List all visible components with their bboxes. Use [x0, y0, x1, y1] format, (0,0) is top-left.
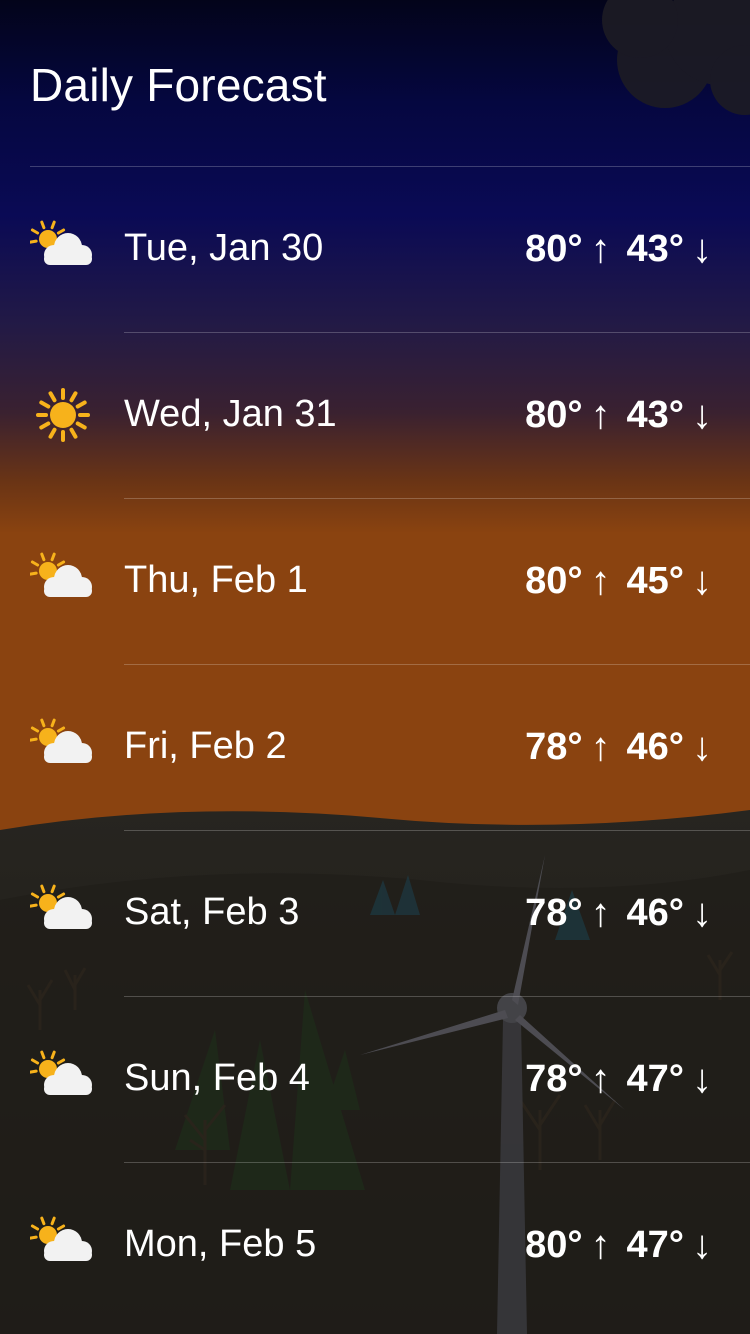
- high-temp: 80°: [525, 228, 583, 270]
- forecast-row[interactable]: Fri, Feb 2 78° ↑ 46° ↓: [0, 665, 750, 831]
- arrow-down-icon: ↓: [692, 227, 712, 271]
- forecast-temps: 78° ↑ 46° ↓: [525, 891, 712, 936]
- low-temp: 43°: [626, 228, 684, 270]
- high-temp: 78°: [525, 726, 583, 768]
- high-temp: 78°: [525, 1058, 583, 1100]
- forecast-temps: 80° ↑ 47° ↓: [525, 1223, 712, 1268]
- low-temp: 47°: [626, 1224, 684, 1266]
- forecast-row[interactable]: Sun, Feb 4 78° ↑ 47° ↓: [0, 997, 750, 1163]
- low-temp: 43°: [626, 394, 684, 436]
- forecast-temps: 78° ↑ 47° ↓: [525, 1057, 712, 1102]
- low-temp: 46°: [626, 892, 684, 934]
- forecast-date: Tue, Jan 30: [124, 227, 324, 269]
- arrow-up-icon: ↑: [590, 227, 611, 271]
- forecast-date: Mon, Feb 5: [124, 1223, 317, 1265]
- low-temp: 47°: [626, 1058, 684, 1100]
- arrow-up-icon: ↑: [590, 559, 611, 603]
- forecast-temps: 80° ↑ 43° ↓: [525, 393, 712, 438]
- forecast-row[interactable]: Thu, Feb 1 80° ↑ 45° ↓: [0, 499, 750, 665]
- high-temp: 80°: [525, 560, 583, 602]
- forecast-row[interactable]: Tue, Jan 30 80° ↑ 43° ↓: [0, 167, 750, 333]
- forecast-date: Sun, Feb 4: [124, 1057, 310, 1099]
- partly-cloudy-icon: [30, 717, 96, 777]
- forecast-row[interactable]: Mon, Feb 5 80° ↑ 47° ↓: [0, 1163, 750, 1329]
- high-temp: 80°: [525, 1224, 583, 1266]
- partly-cloudy-icon: [30, 219, 96, 279]
- forecast-date: Wed, Jan 31: [124, 393, 337, 435]
- low-temp: 45°: [626, 560, 684, 602]
- arrow-down-icon: ↓: [692, 1223, 712, 1267]
- forecast-temps: 80° ↑ 45° ↓: [525, 559, 712, 604]
- arrow-up-icon: ↑: [590, 393, 611, 437]
- forecast-list: Tue, Jan 30 80° ↑ 43° ↓ Wed, Jan 31 80° ↑ 43° ↓ T…: [0, 167, 750, 1329]
- arrow-down-icon: ↓: [692, 559, 712, 603]
- forecast-date: Fri, Feb 2: [124, 725, 287, 767]
- partly-cloudy-icon: [30, 551, 96, 611]
- arrow-down-icon: ↓: [692, 891, 712, 935]
- arrow-up-icon: ↑: [590, 891, 611, 935]
- high-temp: 78°: [525, 892, 583, 934]
- page-title: Daily Forecast: [30, 59, 327, 111]
- forecast-date: Sat, Feb 3: [124, 891, 300, 933]
- arrow-down-icon: ↓: [692, 725, 712, 769]
- arrow-up-icon: ↑: [590, 1057, 611, 1101]
- arrow-up-icon: ↑: [590, 1223, 611, 1267]
- arrow-down-icon: ↓: [692, 393, 712, 437]
- partly-cloudy-icon: [30, 1215, 96, 1275]
- forecast-row[interactable]: Sat, Feb 3 78° ↑ 46° ↓: [0, 831, 750, 997]
- forecast-temps: 78° ↑ 46° ↓: [525, 725, 712, 770]
- arrow-up-icon: ↑: [590, 725, 611, 769]
- forecast-temps: 80° ↑ 43° ↓: [525, 227, 712, 272]
- partly-cloudy-icon: [30, 1049, 96, 1109]
- partly-cloudy-icon: [30, 883, 96, 943]
- forecast-date: Thu, Feb 1: [124, 559, 308, 601]
- high-temp: 80°: [525, 394, 583, 436]
- arrow-down-icon: ↓: [692, 1057, 712, 1101]
- low-temp: 46°: [626, 726, 684, 768]
- forecast-row[interactable]: Wed, Jan 31 80° ↑ 43° ↓: [0, 333, 750, 499]
- header: Daily Forecast: [30, 0, 750, 166]
- sunny-icon: [30, 385, 96, 445]
